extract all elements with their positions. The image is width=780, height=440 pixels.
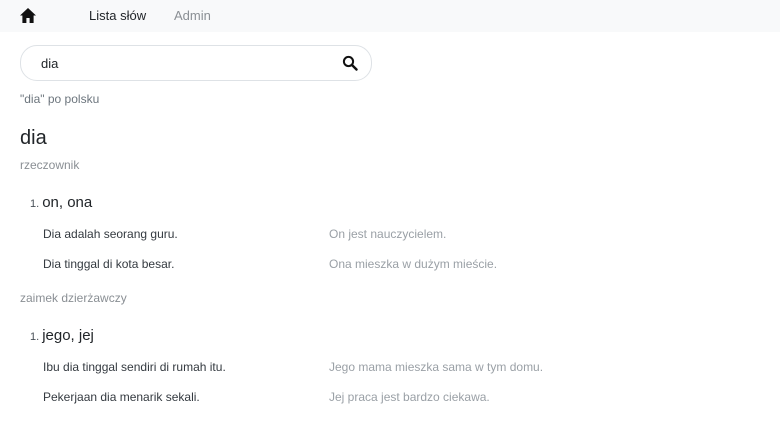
example-source: Ibu dia tinggal sendiri di rumah itu. bbox=[43, 360, 226, 374]
search-result-caption: "dia" po polsku bbox=[20, 92, 100, 106]
example-translation: Ona mieszka w dużym mieście. bbox=[329, 257, 498, 271]
sense-number: 1. bbox=[30, 331, 40, 343]
example-source: Pekerjaan dia menarik sekali. bbox=[43, 390, 200, 404]
sense-meaning: jego, jej bbox=[42, 327, 94, 344]
entry-headword: dia bbox=[20, 127, 47, 149]
example-source: Dia adalah seorang guru. bbox=[43, 227, 178, 241]
search-input[interactable] bbox=[41, 54, 331, 72]
example-translation: On jest nauczycielem. bbox=[329, 227, 447, 241]
sense-number: 1. bbox=[30, 198, 40, 210]
sense-heading: 1. on, ona bbox=[30, 194, 92, 211]
top-navbar: Lista słów Admin bbox=[0, 0, 780, 32]
example-translation: Jej praca jest bardzo ciekawa. bbox=[329, 390, 490, 404]
search-box bbox=[20, 45, 372, 81]
search-icon[interactable] bbox=[342, 55, 358, 71]
sense-meaning: on, ona bbox=[42, 194, 93, 211]
part-of-speech-label: zaimek dzierżawczy bbox=[20, 291, 127, 305]
sense-heading: 1. jego, jej bbox=[30, 327, 94, 344]
example-translation: Jego mama mieszka sama w tym domu. bbox=[329, 360, 544, 374]
nav-link-admin[interactable]: Admin bbox=[174, 8, 211, 24]
nav-link-word-list[interactable]: Lista słów bbox=[89, 8, 146, 24]
part-of-speech-label: rzeczownik bbox=[20, 158, 80, 172]
home-icon[interactable] bbox=[19, 7, 37, 24]
example-source: Dia tinggal di kota besar. bbox=[43, 257, 175, 271]
